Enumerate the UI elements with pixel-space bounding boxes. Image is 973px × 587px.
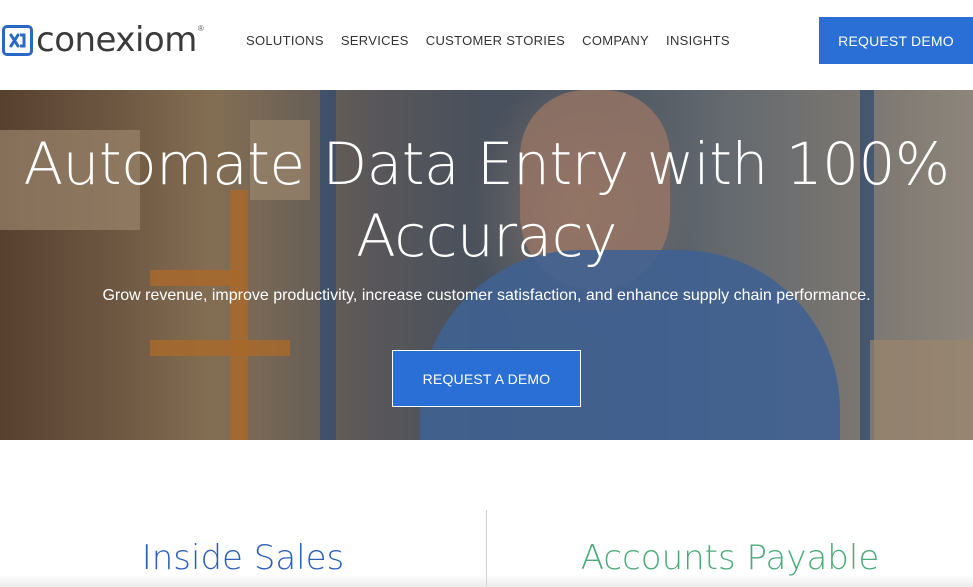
logo-wordmark: conexiom (36, 20, 197, 60)
conexiom-logo-icon (2, 24, 33, 56)
bottom-fade (0, 575, 973, 587)
nav-company[interactable]: COMPANY (582, 33, 649, 48)
conexiom-logo[interactable]: conexiom ® (2, 22, 204, 58)
hero-title: Automate Data Entry with 100% Accuracy (23, 130, 950, 270)
request-demo-button[interactable]: REQUEST DEMO (819, 17, 973, 64)
nav-customer-stories[interactable]: CUSTOMER STORIES (426, 33, 565, 48)
main-nav: SOLUTIONS SERVICES CUSTOMER STORIES COMP… (246, 33, 747, 48)
inside-sales-heading: Inside Sales (141, 538, 345, 578)
request-a-demo-button[interactable]: REQUEST A DEMO (392, 350, 581, 407)
registered-mark: ® (197, 23, 204, 33)
hero-subtitle: Grow revenue, improve productivity, incr… (102, 287, 871, 304)
site-header: conexiom ® SOLUTIONS SERVICES CUSTOMER S… (0, 0, 973, 90)
accounts-payable-heading: Accounts Payable (580, 538, 880, 578)
nav-insights[interactable]: INSIGHTS (666, 33, 730, 48)
nav-solutions[interactable]: SOLUTIONS (246, 33, 324, 48)
nav-services[interactable]: SERVICES (341, 33, 409, 48)
